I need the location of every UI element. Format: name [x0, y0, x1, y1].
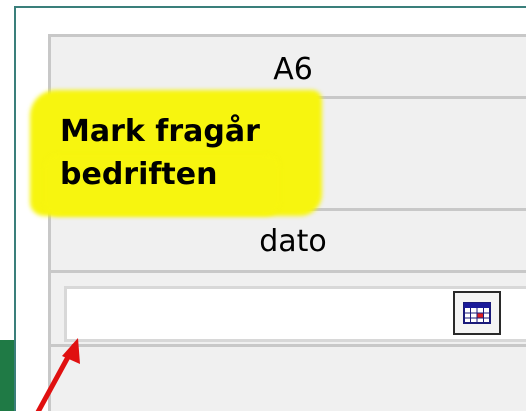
red-arrow-annotation [35, 338, 80, 411]
divider-input [48, 344, 526, 347]
divider-date [48, 270, 526, 273]
divider-top [48, 34, 526, 37]
calendar-button[interactable] [453, 291, 501, 335]
question-label: Mark fragår bedriften [60, 110, 360, 196]
calendar-icon [463, 302, 491, 324]
field-code-label: A6 [273, 52, 313, 87]
date-label: dato [259, 224, 327, 259]
screenshot-stage: A6 Mark fragår bedriften dato [0, 0, 526, 411]
question-line-1: Mark fragår [60, 114, 260, 149]
question-line-2: bedriften [60, 157, 218, 192]
